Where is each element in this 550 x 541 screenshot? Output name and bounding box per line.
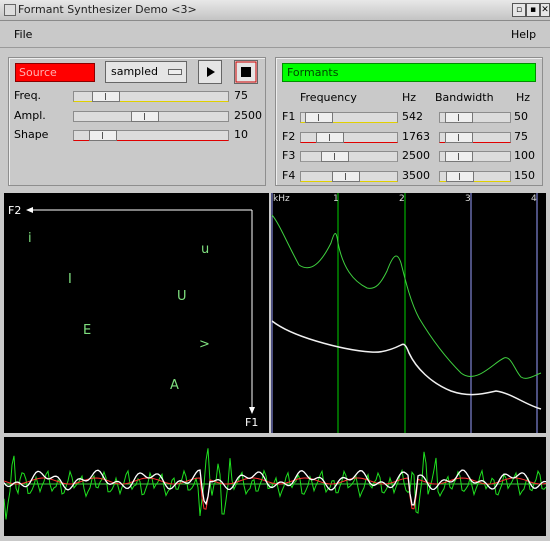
spectrum-unit-label: kHz: [273, 194, 290, 204]
spectrum-canvas: kHz 1 2 3 4: [271, 193, 542, 433]
waveform-envelope-trace: [3, 469, 547, 506]
formants-header: Formants: [282, 63, 536, 82]
window-title: Formant Synthesizer Demo <3>: [18, 3, 197, 16]
col-bandwidth: Bandwidth: [435, 91, 494, 104]
formant-f1-freq-value: 542: [402, 110, 423, 123]
khz-tick-2: 2: [399, 194, 405, 204]
formant-f2-freq-value: 1763: [402, 130, 430, 143]
formant-f2-freq-slider[interactable]: [300, 132, 398, 143]
formant-f4-bw-thumb[interactable]: [446, 171, 474, 182]
formant-f3-bw-slider[interactable]: [439, 151, 511, 162]
f2-axis-label: F2: [8, 204, 21, 217]
vowel-chart-canvas[interactable]: F2 F1 i u I U E > A: [4, 193, 269, 433]
waveform-canvas: [3, 448, 547, 520]
shape-value: 10: [234, 128, 248, 141]
formant-f1-bw-thumb[interactable]: [445, 112, 473, 123]
f1-axis-label: F1: [245, 416, 258, 429]
formant-f2-bw-thumb[interactable]: [445, 132, 473, 143]
formant-f2-bw-value: 75: [514, 130, 528, 143]
maximize-button[interactable]: ▪: [526, 3, 540, 17]
formants-title: Formants: [287, 66, 339, 79]
source-title: Source: [19, 66, 57, 79]
khz-tick-3: 3: [465, 194, 471, 204]
source-row-freq: Freq.: [14, 89, 41, 102]
formant-f3-freq-thumb[interactable]: [321, 151, 349, 162]
play-icon: [207, 67, 215, 77]
window-menu-icon[interactable]: [4, 4, 16, 16]
play-button[interactable]: [198, 60, 222, 84]
freq-value: 75: [234, 89, 248, 102]
formant-label-f4: F4: [282, 169, 296, 182]
title-bar[interactable]: Formant Synthesizer Demo <3> ▫ ▪ ✕: [0, 0, 550, 21]
spectrum-display[interactable]: kHz 1 2 3 4: [271, 193, 546, 433]
menu-file[interactable]: File: [14, 28, 32, 41]
vowel-A: A: [170, 378, 179, 393]
col-frequency: Frequency: [300, 91, 357, 104]
spectrum-envelope-curve: [271, 214, 542, 379]
freq-label: Freq.: [14, 89, 42, 102]
formant-f4-bw-slider[interactable]: [439, 171, 511, 182]
stop-icon: [235, 61, 257, 83]
vowel-i: i: [28, 231, 32, 246]
formant-f4-freq-value: 3500: [402, 169, 430, 182]
formant-f2-freq-thumb[interactable]: [316, 132, 344, 143]
formant-label-f3: F3: [282, 149, 296, 162]
formant-f1-freq-slider[interactable]: [300, 112, 398, 123]
minimize-button[interactable]: ▫: [512, 3, 526, 17]
menu-help[interactable]: Help: [511, 28, 536, 41]
f2-arrow-icon: [26, 207, 33, 213]
khz-tick-1: 1: [333, 194, 339, 204]
formant-f3-bw-value: 100: [514, 149, 535, 162]
source-row-ampl: Ampl.: [14, 109, 46, 122]
freq-slider-thumb[interactable]: [92, 91, 120, 102]
ampl-value: 2500: [234, 109, 262, 122]
close-button[interactable]: ✕: [540, 3, 550, 17]
formant-f4-bw-value: 150: [514, 169, 535, 182]
stop-button[interactable]: [234, 60, 258, 84]
shape-slider[interactable]: [73, 130, 229, 141]
shape-label: Shape: [14, 128, 49, 141]
vowel-E: E: [83, 323, 91, 338]
source-mode-select[interactable]: sampled: [105, 61, 187, 83]
formant-label-f2: F2: [282, 130, 296, 143]
ampl-label: Ampl.: [14, 109, 46, 122]
vowel-u: u: [201, 242, 209, 257]
spectrum-source-curve: [271, 320, 542, 410]
source-row-shape: Shape: [14, 128, 48, 141]
dropdown-indicator-icon: [168, 69, 182, 75]
ampl-slider[interactable]: [73, 111, 229, 122]
f1-arrow-icon: [249, 407, 255, 414]
formant-f3-bw-thumb[interactable]: [445, 151, 473, 162]
menu-bar: File Help: [0, 21, 550, 48]
formant-f3-freq-slider[interactable]: [300, 151, 398, 162]
freq-slider[interactable]: [73, 91, 229, 102]
vowel-chart[interactable]: F2 F1 i u I U E > A: [4, 193, 269, 433]
formant-label-f1: F1: [282, 110, 296, 123]
formant-f4-freq-thumb[interactable]: [332, 171, 360, 182]
formant-f1-bw-slider[interactable]: [439, 112, 511, 123]
waveform-display[interactable]: [3, 437, 547, 536]
shape-slider-thumb[interactable]: [89, 130, 117, 141]
vowel-I: I: [68, 272, 72, 287]
formant-f1-bw-value: 50: [514, 110, 528, 123]
formant-f1-freq-thumb[interactable]: [305, 112, 333, 123]
col-freq-hz: Hz: [402, 91, 417, 104]
source-mode-value: sampled: [111, 65, 158, 78]
formant-f2-bw-slider[interactable]: [439, 132, 511, 143]
formant-f3-freq-value: 2500: [402, 149, 430, 162]
vowel-U: U: [177, 289, 187, 304]
ampl-slider-thumb[interactable]: [131, 111, 159, 122]
source-header: Source: [15, 63, 95, 82]
vowel-open-o: >: [199, 337, 210, 352]
formant-f4-freq-slider[interactable]: [300, 171, 398, 182]
col-bw-hz: Hz: [516, 91, 531, 104]
khz-tick-4: 4: [531, 194, 537, 204]
